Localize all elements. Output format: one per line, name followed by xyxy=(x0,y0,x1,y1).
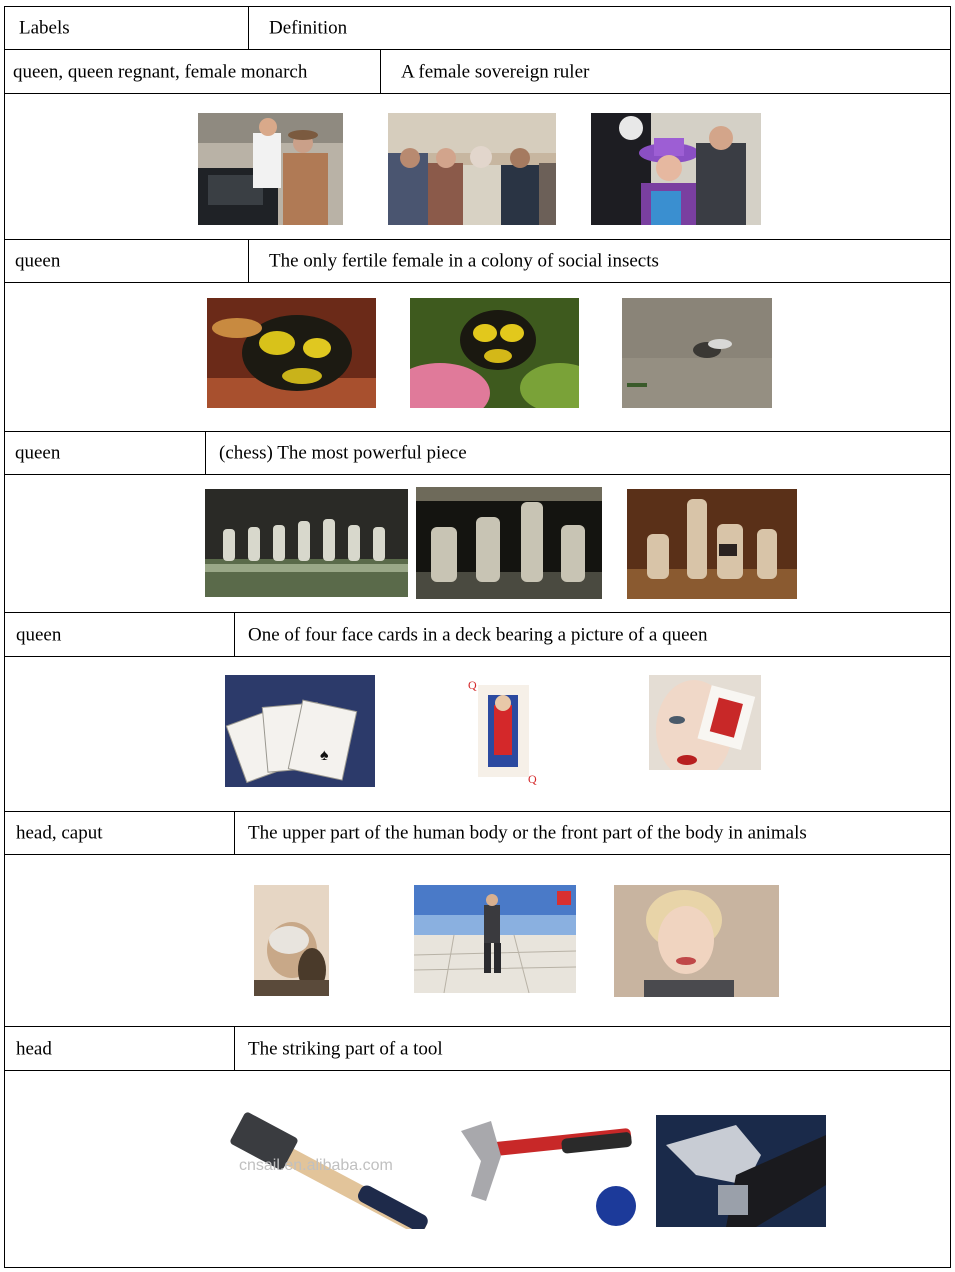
sense-definition: The striking part of a tool xyxy=(248,1038,443,1059)
sense-row: queen (chess) The most powerful piece xyxy=(4,431,951,474)
sense-definition: One of four face cards in a deck bearing… xyxy=(248,624,708,645)
sense-labels: queen xyxy=(15,250,61,272)
woman-holding-card-photo xyxy=(649,675,761,787)
sense-row: head The striking part of a tool xyxy=(4,1026,951,1070)
glass-chess-row-photo xyxy=(205,489,408,597)
ceramic-chess-pieces-photo xyxy=(627,489,797,599)
sense-labels: queen xyxy=(16,624,62,645)
sledge-hammer-photo: cnsail.en.alibaba.com xyxy=(229,1111,439,1229)
header-labels: Labels xyxy=(19,17,70,39)
sense-definition: The only fertile female in a colony of s… xyxy=(269,250,659,272)
sense-definition-cell: The striking part of a tool xyxy=(235,1027,950,1070)
sense-definition: (chess) The most powerful piece xyxy=(219,442,467,464)
header-definition: Definition xyxy=(269,17,348,39)
sense-labels: queen, queen regnant, female monarch xyxy=(13,61,308,82)
svg-text:♠: ♠ xyxy=(320,747,329,764)
sense-labels: head, caput xyxy=(16,822,103,844)
sense-row: queen The only fertile female in a colon… xyxy=(4,239,951,282)
sense-images-row: cnsail.en.alibaba.com xyxy=(4,1070,951,1268)
sense-definition-cell: The only fertile female in a colony of s… xyxy=(249,240,950,282)
sense-row: queen, queen regnant, female monarch A f… xyxy=(4,49,951,93)
wasp-closeup-photo xyxy=(207,298,376,408)
sense-images-row xyxy=(4,93,951,239)
monarch-photo-purple-hat xyxy=(591,113,761,225)
sense-definition-cell: (chess) The most powerful piece xyxy=(206,432,950,474)
insect-on-ground-photo xyxy=(622,298,772,408)
sense-labels-cell: queen xyxy=(5,432,206,474)
sense-definition-cell: A female sovereign ruler xyxy=(381,50,950,93)
sense-row: head, caput The upper part of the human … xyxy=(4,811,951,854)
sense-images-row xyxy=(4,282,951,431)
sense-images-row xyxy=(4,854,951,1026)
sense-labels-cell: queen, queen regnant, female monarch xyxy=(5,50,381,93)
elderly-man-profile-photo xyxy=(254,885,329,996)
sense-definition: A female sovereign ruler xyxy=(401,61,590,82)
sense-labels-cell: queen xyxy=(5,240,249,282)
sense-labels-cell: head xyxy=(5,1027,235,1070)
header-labels-cell: Labels xyxy=(5,7,249,49)
sense-labels-cell: head, caput xyxy=(5,812,235,854)
hammer-closeup-photo xyxy=(656,1115,826,1227)
man-on-salt-flat-photo xyxy=(414,885,576,993)
sense-labels-cell: queen xyxy=(5,613,235,656)
sense-labels: queen xyxy=(15,442,61,464)
wasp-on-flower-photo xyxy=(410,298,579,408)
sense-definition-cell: The upper part of the human body or the … xyxy=(235,812,950,854)
svg-text:Q: Q xyxy=(468,678,477,692)
svg-text:Q: Q xyxy=(528,772,537,786)
queen-of-hearts-card: Q Q xyxy=(466,675,541,787)
claw-hammer-photo xyxy=(446,1111,639,1229)
sense-images-row: ♠ Q Q xyxy=(4,656,951,811)
sense-labels: head xyxy=(16,1038,52,1059)
sense-images-row xyxy=(4,474,951,612)
smiling-woman-portrait-photo xyxy=(614,885,779,997)
image-watermark: cnsail.en.alibaba.com xyxy=(239,1157,393,1174)
header-row: Labels Definition xyxy=(4,6,951,49)
sense-definition: The upper part of the human body or the … xyxy=(248,822,807,844)
header-definition-cell: Definition xyxy=(249,7,950,49)
sense-row: queen One of four face cards in a deck b… xyxy=(4,612,951,656)
monarch-photo-workshop xyxy=(198,113,343,225)
card-fan-photo: ♠ xyxy=(225,675,375,787)
monarch-photo-seated-elders xyxy=(388,113,556,225)
glass-chess-pieces-photo xyxy=(416,487,602,599)
sense-definition-cell: One of four face cards in a deck bearing… xyxy=(235,613,950,656)
